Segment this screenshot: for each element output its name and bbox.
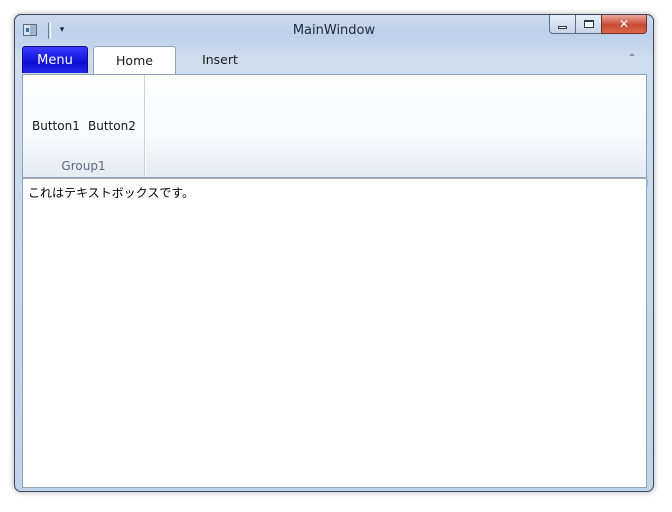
chevron-up-icon[interactable]: ⌃: [626, 53, 638, 65]
tab-home[interactable]: Home: [93, 46, 176, 74]
maximize-icon: [583, 20, 594, 28]
button2[interactable]: Button2: [88, 119, 136, 133]
tab-insert[interactable]: Insert: [186, 46, 254, 74]
text-box-content: これはテキストボックスです。: [28, 186, 195, 200]
main-window: ▾ MainWindow ✕ Menu Home Insert ⌃ Button…: [14, 14, 654, 492]
title-bar[interactable]: ▾ MainWindow ✕: [15, 15, 653, 49]
caption-buttons: ✕: [549, 15, 647, 35]
main-text-box[interactable]: これはテキストボックスです。: [22, 178, 648, 488]
ribbon-tab-row: Menu Home Insert ⌃: [22, 46, 646, 74]
scroll-accent: [646, 179, 648, 187]
ribbon-panel: Button1 Button2 Group1: [22, 74, 647, 178]
minimize-button[interactable]: [549, 15, 575, 34]
close-icon: ✕: [618, 17, 630, 31]
group-label: Group1: [61, 159, 106, 173]
ribbon-group: Button1 Button2 Group1: [23, 75, 145, 177]
close-button[interactable]: ✕: [601, 15, 647, 34]
minimize-icon: [558, 25, 567, 29]
application-menu-button[interactable]: Menu: [22, 46, 88, 73]
maximize-button[interactable]: [575, 15, 601, 34]
button1[interactable]: Button1: [32, 119, 80, 133]
